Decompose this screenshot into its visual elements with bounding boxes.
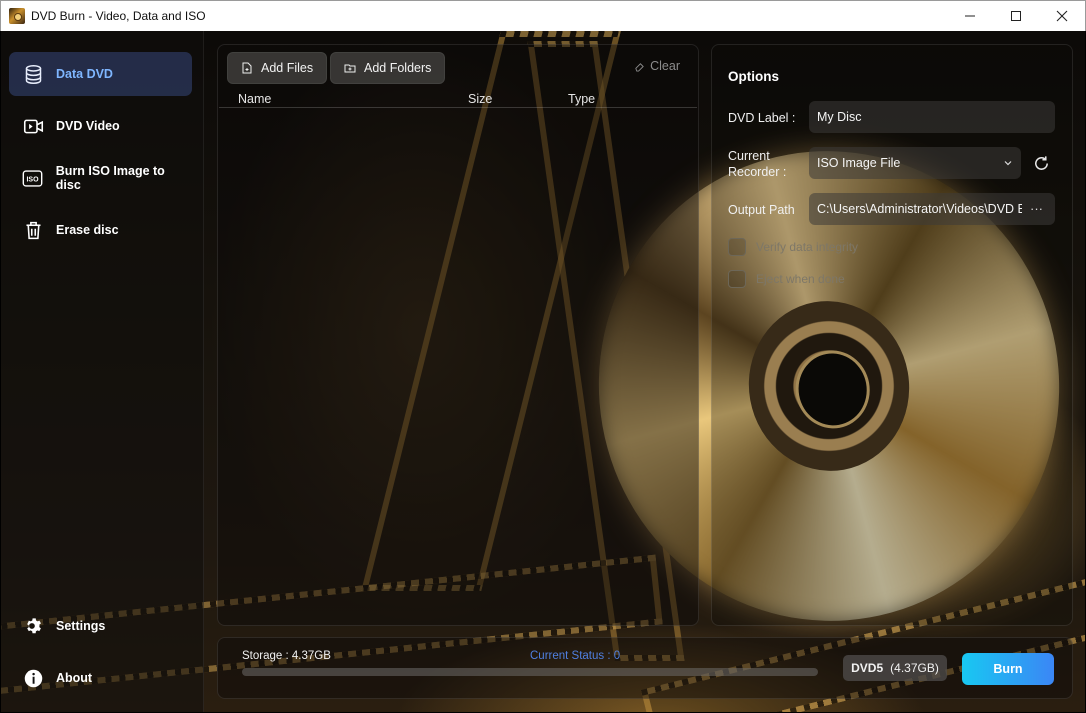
file-list[interactable] (219, 109, 697, 624)
current-status-label: Current Status : (530, 650, 611, 662)
verify-checkbox[interactable] (728, 238, 746, 256)
add-folders-label: Add Folders (364, 61, 432, 75)
output-path-input[interactable]: C:\Users\Administrator\Videos\DVD B ··· (809, 193, 1055, 225)
output-path-value: C:\Users\Administrator\Videos\DVD B (817, 202, 1022, 216)
database-icon (22, 63, 44, 85)
refresh-button[interactable] (1027, 149, 1055, 177)
options-title: Options (728, 69, 779, 84)
column-header-name[interactable]: Name (238, 92, 271, 106)
eraser-icon (635, 62, 644, 72)
add-files-button[interactable]: Add Files (227, 52, 328, 84)
disc-capacity-value: (4.37GB) (890, 661, 939, 675)
window-controls (947, 1, 1085, 31)
minimize-button[interactable] (947, 1, 993, 31)
eject-checkbox[interactable] (728, 270, 746, 288)
recorder-value: ISO Image File (817, 156, 901, 170)
add-files-label: Add Files (261, 61, 314, 75)
app-icon (9, 8, 25, 24)
current-status-value: 0 (613, 650, 621, 662)
recorder-caption: Current Recorder : (728, 148, 786, 180)
storage-info: Storage : 4.37GB (242, 650, 331, 662)
sidebar-item-label: Settings (56, 619, 106, 633)
column-header-type[interactable]: Type (568, 92, 595, 106)
video-icon (22, 115, 44, 137)
sidebar-item-label: Data DVD (56, 67, 113, 81)
window-title: DVD Burn - Video, Data and ISO (31, 9, 206, 23)
iso-icon: ISO (22, 167, 44, 189)
storage-label: Storage : (242, 650, 289, 662)
chevron-down-icon (1004, 161, 1012, 166)
recorder-caption-line2: Recorder : (728, 165, 787, 179)
burn-button[interactable]: Burn (962, 653, 1054, 685)
dvd-label-caption: DVD Label : (728, 111, 796, 125)
options-panel: Options DVD Label : My Disc Current Reco… (711, 44, 1073, 626)
sidebar-item-label: About (56, 671, 93, 685)
title-bar: DVD Burn - Video, Data and ISO (0, 0, 1086, 31)
verify-label: Verify data integrity (756, 240, 859, 254)
clear-label: Clear (650, 59, 680, 73)
sidebar-item-dvd-video[interactable]: DVD Video (9, 104, 192, 148)
sidebar-item-erase-disc[interactable]: Erase disc (9, 208, 192, 252)
storage-value: 4.37GB (291, 650, 331, 662)
storage-progress-bar (242, 668, 818, 676)
sidebar-item-label: Erase disc (56, 223, 119, 237)
close-icon (1056, 10, 1068, 22)
column-header-size[interactable]: Size (468, 92, 492, 106)
folder-add-icon (344, 64, 356, 73)
eject-option[interactable]: Eject when done (728, 270, 845, 288)
recorder-caption-line1: Current (728, 149, 770, 163)
trash-icon (22, 219, 44, 241)
browse-icon[interactable]: ··· (1030, 201, 1043, 216)
disc-type-value: DVD5 (851, 661, 884, 675)
header-divider (219, 107, 697, 108)
sidebar-item-burn-iso[interactable]: ISO Burn ISO Image to disc (9, 156, 192, 200)
disc-type-selector[interactable]: DVD5 (4.37GB) (843, 655, 947, 681)
eject-label: Eject when done (756, 272, 845, 286)
sidebar-item-settings[interactable]: Settings (9, 604, 192, 648)
maximize-button[interactable] (993, 1, 1039, 31)
verify-option[interactable]: Verify data integrity (728, 238, 858, 256)
status-bar: Storage : 4.37GB Current Status : 0 DVD5… (217, 637, 1073, 699)
add-folders-button[interactable]: Add Folders (330, 52, 446, 84)
file-list-panel: Add Files Add Folders Clear Name Size Ty… (217, 44, 699, 626)
clear-button[interactable]: Clear (634, 59, 680, 73)
output-path-caption: Output Path (728, 203, 795, 217)
refresh-icon (1034, 155, 1048, 170)
minimize-icon (965, 15, 975, 17)
dvd-label-input[interactable]: My Disc (809, 101, 1055, 133)
sidebar-item-data-dvd[interactable]: Data DVD (9, 52, 192, 96)
sidebar-item-about[interactable]: About (9, 656, 192, 700)
close-button[interactable] (1039, 1, 1085, 31)
sidebar: Data DVD DVD Video ISO Burn ISO Image to… (1, 31, 204, 712)
recorder-select[interactable]: ISO Image File (809, 147, 1021, 179)
current-status: Current Status : 0 (530, 650, 620, 662)
file-add-icon (242, 62, 252, 74)
maximize-icon (1011, 11, 1021, 21)
info-icon (22, 667, 44, 689)
gear-icon (22, 615, 44, 637)
sidebar-item-label: DVD Video (56, 119, 120, 133)
svg-text:ISO: ISO (27, 176, 40, 183)
sidebar-item-label: Burn ISO Image to disc (55, 164, 165, 192)
